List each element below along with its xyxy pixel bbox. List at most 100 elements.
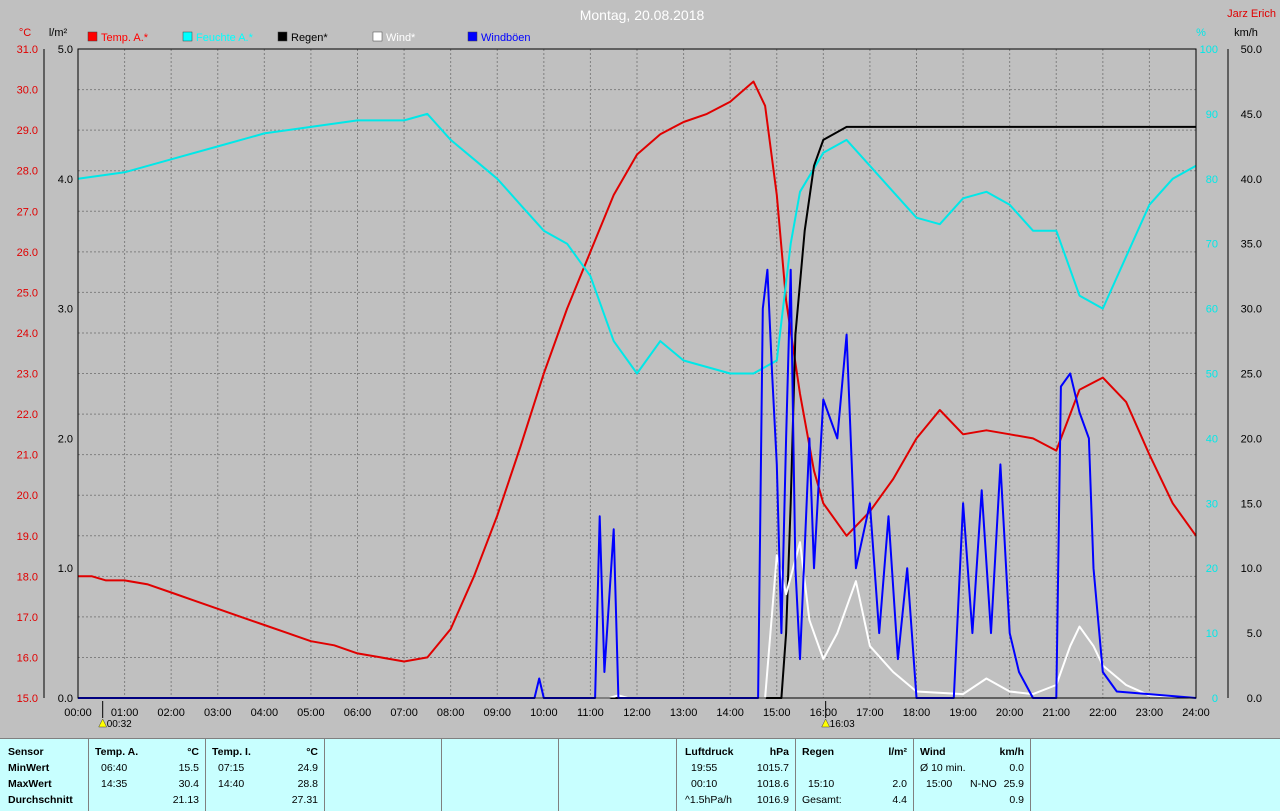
pressure-avg: 1016.9 <box>756 794 789 806</box>
wind-unit: km/h <box>999 746 1024 758</box>
x-tick-label: 12:00 <box>623 707 651 719</box>
temp-tick-label: 22.0 <box>17 409 38 421</box>
temp-a-max-val: 30.4 <box>178 778 199 790</box>
x-tick-label: 03:00 <box>204 707 232 719</box>
temp-tick-label: 19.0 <box>17 531 38 543</box>
temp-tick-label: 17.0 <box>17 612 38 624</box>
stats-col-empty-3 <box>559 739 677 811</box>
temp-tick-label: 30.0 <box>17 85 38 97</box>
stats-col-sensor: Sensor MinWert MaxWert Durchschnitt <box>0 739 89 811</box>
wind-tick-label: 50.0 <box>1241 44 1262 56</box>
x-tick-label: 06:00 <box>344 707 372 719</box>
temp-tick-label: 18.0 <box>17 571 38 583</box>
wind-tick-label: 15.0 <box>1241 498 1262 510</box>
rain-tick-label: 3.0 <box>58 304 73 316</box>
wind-max-val: 25.9 <box>1003 778 1024 790</box>
wind-tick-label: 0.0 <box>1247 693 1262 705</box>
x-tick-label: 16:00 <box>810 707 838 719</box>
x-tick-label: 10:00 <box>530 707 558 719</box>
legend-swatch <box>182 31 193 42</box>
x-tick-label: 00:00 <box>64 707 92 719</box>
temp-a-max-time: 14:35 <box>101 778 128 790</box>
avg-row-label: Durchschnitt <box>8 794 73 806</box>
legend-label: Windböen <box>481 32 531 44</box>
x-tick-label: 20:00 <box>996 707 1024 719</box>
temp-tick-label: 28.0 <box>17 166 38 178</box>
temp-tick-label: 27.0 <box>17 206 38 218</box>
legend-label: Regen* <box>291 32 328 44</box>
temp-tick-label: 21.0 <box>17 450 38 462</box>
x-tick-label: 11:00 <box>577 707 604 719</box>
wind-tick-label: 40.0 <box>1241 174 1262 186</box>
x-tick-label: 07:00 <box>390 707 418 719</box>
pressure-unit: hPa <box>769 746 789 758</box>
hum-tick-label: 50 <box>1206 369 1218 381</box>
temp-tick-label: 16.0 <box>17 652 38 664</box>
wind-avg10-val: 0.0 <box>1009 762 1024 774</box>
x-tick-label: 18:00 <box>903 707 931 719</box>
temp-i-unit: °C <box>306 746 318 758</box>
hum-tick-label: 10 <box>1206 628 1218 640</box>
temp-tick-label: 31.0 <box>17 44 38 56</box>
pressure-min-time: 19:55 <box>691 762 718 774</box>
x-tick-label: 17:00 <box>856 707 884 719</box>
stats-col-temp-a: Temp. A. °C 06:40 15.5 14:35 30.4 21.13 <box>89 739 206 811</box>
rain-tick-label: 5.0 <box>58 44 73 56</box>
rain-tick-label: 0.0 <box>58 693 73 705</box>
temp-tick-label: 29.0 <box>17 125 38 137</box>
x-tick-label: 09:00 <box>483 707 511 719</box>
x-tick-label: 04:00 <box>251 707 279 719</box>
pressure-header: Luftdruck <box>685 746 734 758</box>
temp-i-min-val: 24.9 <box>297 762 318 774</box>
temp-tick-label: 15.0 <box>17 693 38 705</box>
wind-tick-label: 45.0 <box>1241 109 1262 121</box>
temp-tick-label: 20.0 <box>17 490 38 502</box>
temp-i-avg: 27.31 <box>291 794 318 806</box>
legend-label: Temp. A.* <box>101 32 149 44</box>
pressure-max-val: 1018.6 <box>756 778 789 790</box>
wind-tick-label: 10.0 <box>1241 563 1262 575</box>
x-tick-label: 15:00 <box>763 707 791 719</box>
wind-tick-label: 30.0 <box>1241 304 1262 316</box>
temp-a-min-time: 06:40 <box>101 762 128 774</box>
wind-tick-label: 5.0 <box>1247 628 1262 640</box>
wind-avg: 0.9 <box>1009 794 1024 806</box>
stats-col-empty-2 <box>442 739 559 811</box>
x-tick-label: 23:00 <box>1136 707 1164 719</box>
wind-max-time: 15:00 <box>926 778 953 790</box>
weather-chart: 31.0 30.0 29.0 28.0 27.0 26.0 25.0 24.0 23.0 22.0… <box>0 0 1280 738</box>
x-tick-label: 01:00 <box>111 707 139 719</box>
wind-tick-label: 35.0 <box>1241 239 1262 251</box>
rain-unit: l/m² <box>888 746 907 758</box>
temp-i-header: Temp. I. <box>212 746 251 758</box>
x-tick-label: 13:00 <box>670 707 698 719</box>
legend-swatch <box>467 31 478 42</box>
temp-unit-label: °C <box>19 27 31 39</box>
min-row-label: MinWert <box>8 762 50 774</box>
sensor-header: Sensor <box>8 746 44 758</box>
legend-swatch <box>277 31 288 42</box>
legend-swatch <box>372 31 383 42</box>
wind-avg10-label: Ø 10 min. <box>920 762 966 774</box>
stats-col-wind: Wind km/h Ø 10 min. 0.0 15:00 N-NO 25.9 … <box>914 739 1031 811</box>
rain-tick-label: 4.0 <box>58 174 73 186</box>
x-tick-label: 05:00 <box>297 707 325 719</box>
temp-a-min-val: 15.5 <box>178 762 199 774</box>
x-tick-label: 24:00 <box>1182 707 1210 719</box>
rain-max-val: 2.0 <box>892 778 907 790</box>
x-tick-label: 08:00 <box>437 707 465 719</box>
legend-label: Wind* <box>386 32 416 44</box>
x-tick-label: 22:00 <box>1089 707 1117 719</box>
temp-i-min-time: 07:15 <box>218 762 245 774</box>
hum-tick-label: 100 <box>1200 44 1218 56</box>
rain-total-label: Gesamt: <box>802 794 842 806</box>
x-tick-label: 21:00 <box>1042 707 1070 719</box>
stats-col-empty-1 <box>325 739 442 811</box>
max-row-label: MaxWert <box>8 778 52 790</box>
hum-tick-label: 40 <box>1206 433 1218 445</box>
time-marker-label: 00:32 <box>107 719 132 730</box>
temp-tick-label: 25.0 <box>17 287 38 299</box>
temp-a-avg: 21.13 <box>172 794 199 806</box>
temp-a-header: Temp. A. <box>95 746 139 758</box>
rain-unit-label: l/m² <box>49 27 68 39</box>
